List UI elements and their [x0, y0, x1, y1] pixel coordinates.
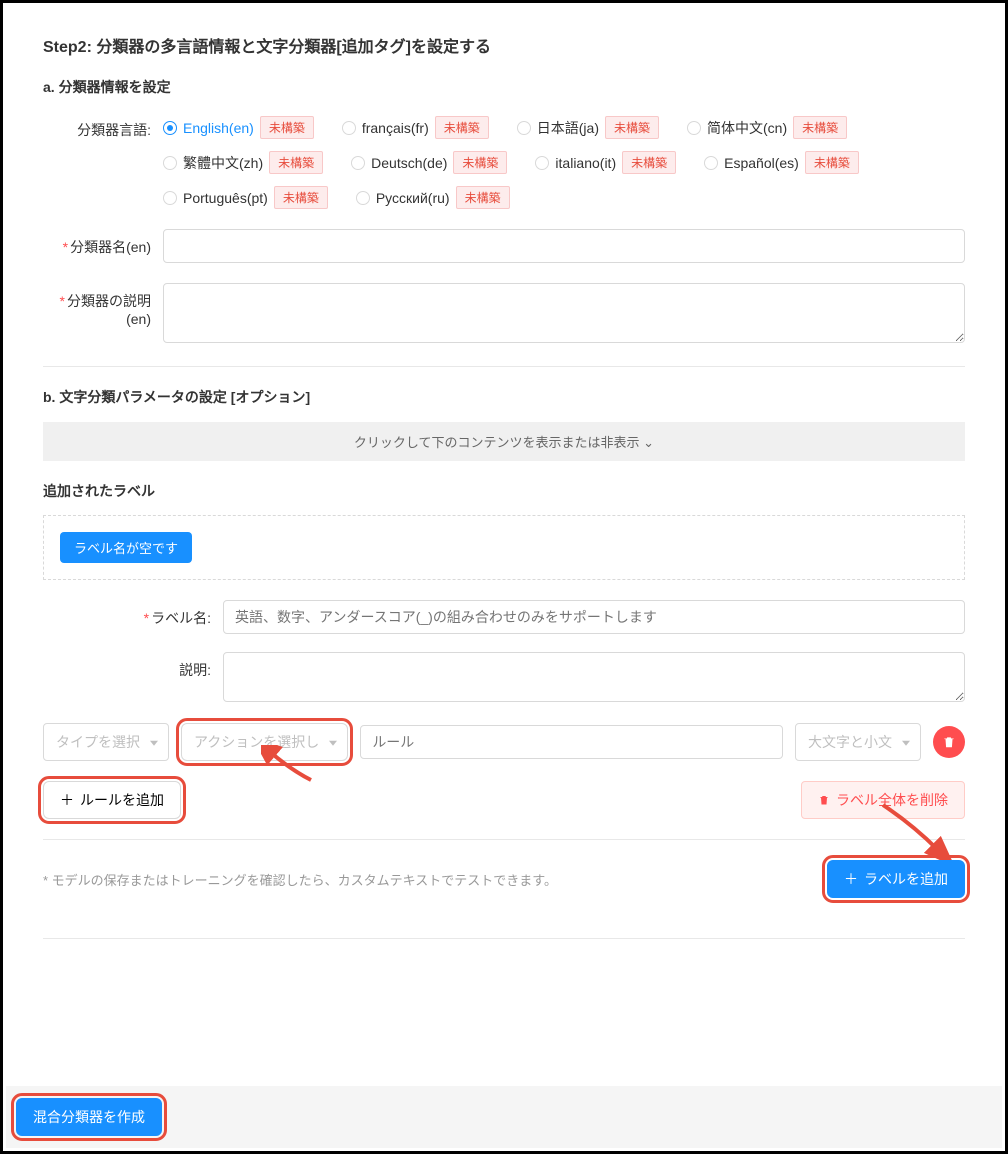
radio-icon: [704, 156, 718, 170]
radio-label: Deutsch(de): [371, 155, 447, 171]
status-badge: 未構築: [453, 151, 507, 174]
delete-rule-button[interactable]: [933, 726, 965, 758]
step-title: Step2: 分類器の多言語情報と文字分類器[追加タグ]を設定する: [43, 33, 965, 57]
app-frame: Step2: 分類器の多言語情報と文字分類器[追加タグ]を設定する a. 分類器…: [0, 0, 1008, 1154]
label-form: *ラベル名: 説明:: [43, 600, 965, 705]
language-radio-6[interactable]: italiano(it) 未構築: [535, 151, 676, 174]
label-desc-field: [223, 652, 965, 705]
radio-label: 日本語(ja): [537, 118, 599, 138]
radio-label: Español(es): [724, 155, 799, 171]
status-badge: 未構築: [269, 151, 323, 174]
trash-icon: [942, 735, 956, 749]
status-badge: 未構築: [456, 186, 510, 209]
label-name-row: *ラベル名:: [103, 600, 965, 634]
status-badge: 未構築: [605, 116, 659, 139]
main-content: Step2: 分類器の多言語情報と文字分類器[追加タグ]を設定する a. 分類器…: [3, 3, 1005, 979]
radio-label: français(fr): [362, 120, 429, 136]
language-radio-0[interactable]: English(en) 未構築: [163, 116, 314, 139]
radio-label: 繁體中文(zh): [183, 153, 263, 173]
status-badge: 未構築: [260, 116, 314, 139]
radio-label: Русский(ru): [376, 190, 450, 206]
required-star: *: [60, 293, 65, 309]
action-select[interactable]: アクションを選択し: [181, 723, 348, 761]
status-badge: 未構築: [435, 116, 489, 139]
rule-input[interactable]: [360, 725, 783, 759]
radio-icon: [687, 121, 701, 135]
empty-label-pill[interactable]: ラベル名が空です: [60, 532, 192, 563]
type-select[interactable]: タイプを選択: [43, 723, 169, 761]
case-select[interactable]: 大文字と小文: [795, 723, 921, 761]
classifier-name-row: *分類器名(en): [43, 229, 965, 263]
label-desc-input[interactable]: [223, 652, 965, 702]
language-label: 分類器言語:: [43, 112, 163, 140]
radio-icon: [163, 121, 177, 135]
status-badge: 未構築: [274, 186, 328, 209]
trash-icon: [818, 794, 830, 806]
plus-icon: ＋: [844, 869, 858, 889]
language-radio-1[interactable]: français(fr) 未構築: [342, 116, 489, 139]
label-desc-row: 説明:: [103, 652, 965, 705]
classifier-desc-input[interactable]: [163, 283, 965, 343]
rule-actions-row: ＋ ルールを追加 ラベル全体を削除: [43, 781, 965, 819]
add-rule-button[interactable]: ＋ ルールを追加: [43, 781, 181, 819]
note-text: * モデルの保存またはトレーニングを確認したら、カスタムテキストでテストできます…: [43, 870, 557, 889]
required-star: *: [144, 610, 149, 626]
radio-icon: [535, 156, 549, 170]
label-desc-label: 説明:: [103, 652, 223, 680]
classifier-desc-field: [163, 283, 965, 346]
label-container: ラベル名が空です: [43, 515, 965, 580]
radio-label: italiano(it): [555, 155, 616, 171]
label-name-field: [223, 600, 965, 634]
classifier-name-label: *分類器名(en): [43, 229, 163, 257]
language-row: 分類器言語: English(en)未構築français(fr)未構築日本語(…: [43, 112, 965, 209]
radio-icon: [163, 156, 177, 170]
delete-label-button[interactable]: ラベル全体を削除: [801, 781, 965, 819]
radio-icon: [356, 191, 370, 205]
language-radio-7[interactable]: Español(es) 未構築: [704, 151, 859, 174]
divider: [43, 366, 965, 367]
note-row: * モデルの保存またはトレーニングを確認したら、カスタムテキストでテストできます…: [43, 839, 965, 898]
language-radio-9[interactable]: Русский(ru) 未構築: [356, 186, 510, 209]
status-badge: 未構築: [805, 151, 859, 174]
language-radio-8[interactable]: Português(pt) 未構築: [163, 186, 328, 209]
classifier-desc-label: *分類器の説明(en): [43, 283, 163, 327]
collapse-toggle[interactable]: クリックして下のコンテンツを表示または非表示 ⌄: [43, 422, 965, 461]
label-name-label: *ラベル名:: [103, 600, 223, 628]
language-radio-4[interactable]: 繁體中文(zh) 未構築: [163, 151, 323, 174]
classifier-desc-row: *分類器の説明(en): [43, 283, 965, 346]
radio-label: English(en): [183, 120, 254, 136]
added-label-title: 追加されたラベル: [43, 481, 965, 501]
classifier-name-input[interactable]: [163, 229, 965, 263]
radio-icon: [351, 156, 365, 170]
divider: [43, 938, 965, 939]
language-radio-5[interactable]: Deutsch(de) 未構築: [351, 151, 507, 174]
label-name-input[interactable]: [223, 600, 965, 634]
radio-label: 简体中文(cn): [707, 118, 787, 138]
radio-label: Português(pt): [183, 190, 268, 206]
radio-icon: [517, 121, 531, 135]
chevron-down-icon: ⌄: [643, 435, 654, 450]
language-group: English(en)未構築français(fr)未構築日本語(ja)未構築简…: [163, 112, 965, 209]
footer-bar: 混合分類器を作成: [6, 1086, 1002, 1148]
plus-icon: ＋: [60, 790, 74, 810]
required-star: *: [63, 239, 68, 255]
status-badge: 未構築: [622, 151, 676, 174]
status-badge: 未構築: [793, 116, 847, 139]
radio-icon: [163, 191, 177, 205]
language-radio-2[interactable]: 日本語(ja) 未構築: [517, 116, 659, 139]
radio-icon: [342, 121, 356, 135]
language-radio-3[interactable]: 简体中文(cn) 未構築: [687, 116, 847, 139]
section-b-label: b. 文字分類パラメータの設定 [オプション]: [43, 387, 965, 407]
add-label-button[interactable]: ＋ ラベルを追加: [827, 860, 965, 898]
section-a-label: a. 分類器情報を設定: [43, 77, 965, 97]
rule-row: タイプを選択 アクションを選択し 大文字と小文: [43, 723, 965, 761]
create-classifier-button[interactable]: 混合分類器を作成: [16, 1098, 162, 1136]
classifier-name-field: [163, 229, 965, 263]
